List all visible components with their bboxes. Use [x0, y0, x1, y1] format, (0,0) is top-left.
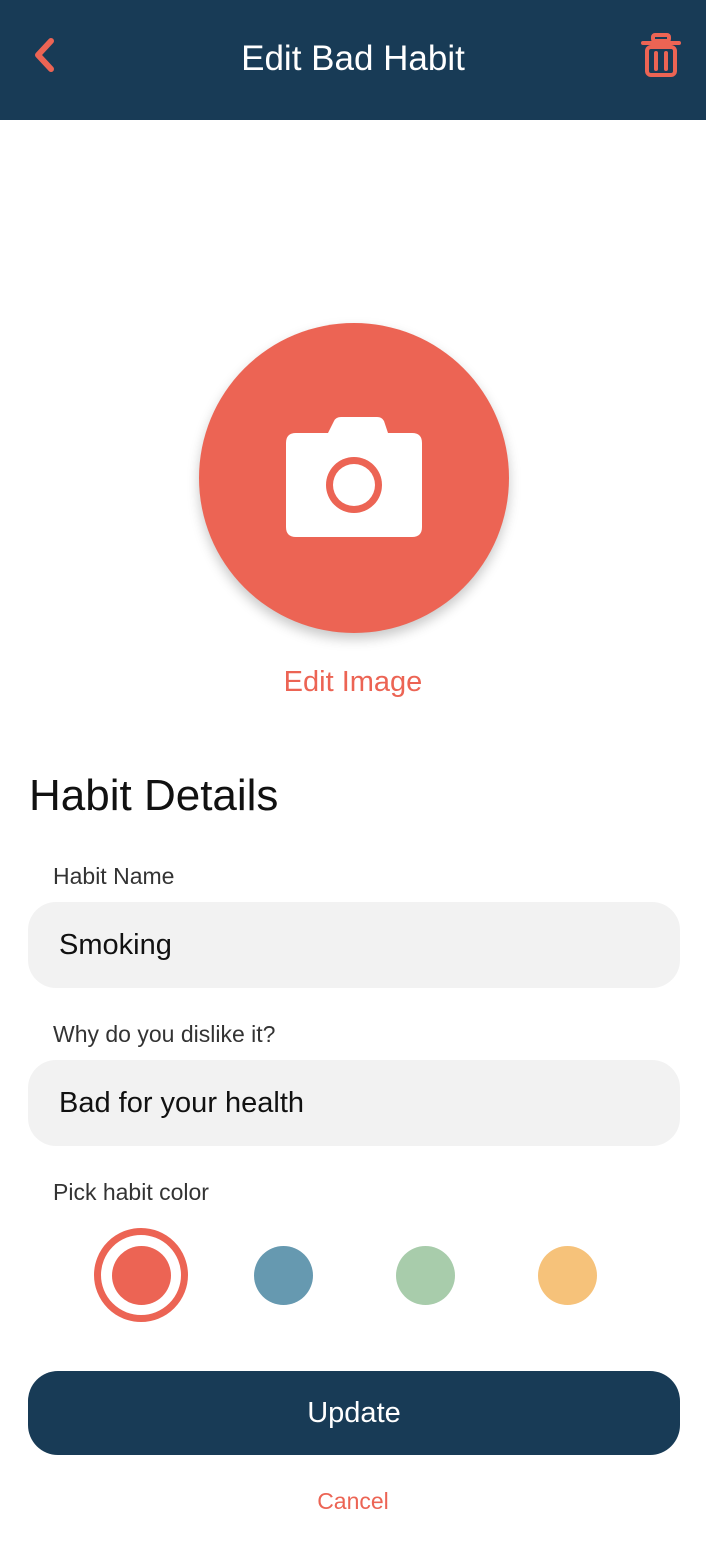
color-swatch-green[interactable]	[378, 1228, 472, 1322]
swatch-fill	[111, 1245, 171, 1305]
habit-name-input[interactable]	[28, 902, 680, 988]
app-header: Edit Bad Habit	[0, 0, 706, 120]
habit-name-label: Habit Name	[53, 863, 175, 889]
color-swatch-blue[interactable]	[236, 1228, 330, 1322]
swatch-fill	[537, 1245, 597, 1305]
reason-label: Why do you dislike it?	[53, 1021, 276, 1047]
section-title: Habit Details	[29, 771, 279, 820]
edit-image-link[interactable]: Edit Image	[0, 660, 706, 704]
habit-image-button[interactable]	[199, 323, 509, 633]
cancel-button[interactable]: Cancel	[0, 1484, 706, 1518]
swatch-fill	[253, 1245, 313, 1305]
color-picker-label: Pick habit color	[53, 1179, 209, 1205]
color-swatch-yellow[interactable]	[520, 1228, 614, 1322]
camera-icon	[286, 417, 422, 537]
reason-input[interactable]	[28, 1060, 680, 1146]
color-swatch-red[interactable]	[94, 1228, 188, 1322]
trash-icon	[641, 33, 681, 77]
delete-button[interactable]	[636, 30, 686, 80]
update-button[interactable]: Update	[28, 1371, 680, 1455]
swatch-fill	[395, 1245, 455, 1305]
page-title: Edit Bad Habit	[241, 39, 465, 78]
